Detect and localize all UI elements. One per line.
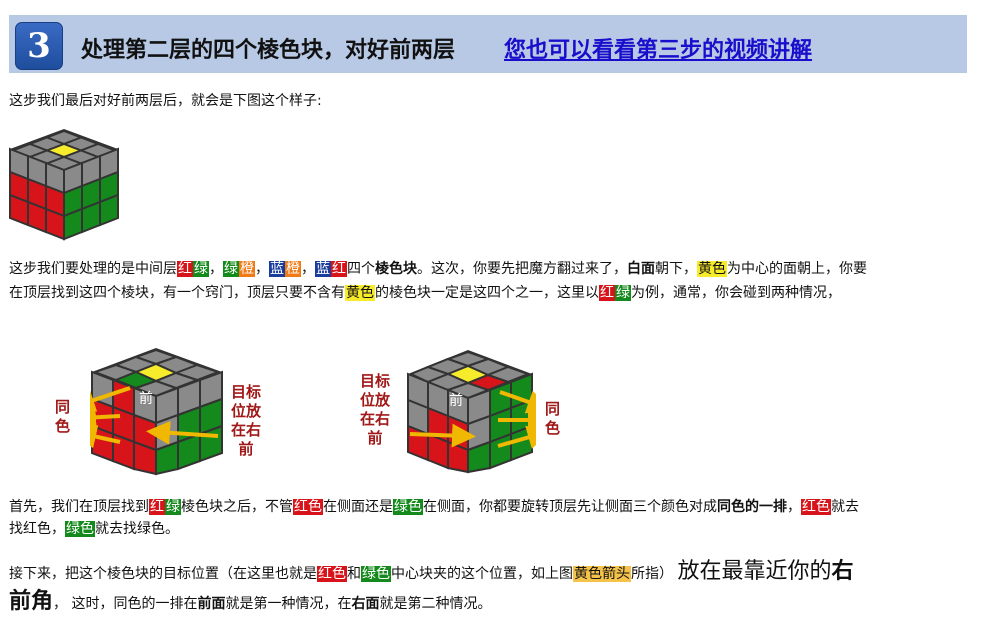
front-label-right: 前 xyxy=(449,393,463,409)
step-header: 3 处理第二层的四个棱色块，对好前两层 您也可以看看第三步的视频讲解 xyxy=(9,15,967,73)
para2-line1: 首先，我们在顶层找到红 绿棱色块之后，不管红色在侧面还是绿色在侧面，你都要旋转顶层… xyxy=(9,499,859,515)
para1-line2: 在顶层找到这四个棱块，有一个窍门，顶层只要不含有黄色的棱色块一定是这四个之一，这… xyxy=(9,285,841,301)
tag-yellow: 黄色 xyxy=(697,261,727,277)
same-color-label-left: 同色 xyxy=(55,398,71,435)
case2-cube-image xyxy=(407,350,536,474)
step-number-badge: 3 xyxy=(15,22,63,70)
intro-text: 这步我们最后对好前两层后，就会是下图这个样子: xyxy=(9,93,322,109)
tag-blue: 蓝 xyxy=(269,261,285,277)
tag-orange: 橙 xyxy=(239,261,255,277)
tag-green: 绿 xyxy=(193,261,209,277)
para2-line2: 找红色，绿色就去找绿色。 xyxy=(9,521,179,537)
target-label-left: 目标 位放 在右前 xyxy=(231,383,262,458)
video-link[interactable]: 您也可以看看第三步的视频讲解 xyxy=(504,32,812,64)
para1-line1: 这步我们要处理的是中间层红 绿，绿 橙，蓝 橙，蓝 红四个棱色块。这次，你要先把魔方翻过… xyxy=(9,261,867,277)
solved-f2l-cube-image xyxy=(9,129,119,241)
front-label-left: 前 xyxy=(139,391,153,407)
tag-red: 红 xyxy=(177,261,193,277)
same-color-label-right: 同色 xyxy=(545,400,561,437)
case1-cube-image xyxy=(90,348,223,476)
para3-line1: 接下来，把这个棱色块的目标位置（在这里也就是红色和绿色中心块夹的这个位置，如上图… xyxy=(9,559,854,584)
target-label-right: 目标 位放 在右前 xyxy=(360,372,391,447)
page-title: 处理第二层的四个棱色块，对好前两层 xyxy=(81,38,456,63)
para3-line2: 前角， 这时，同色的一排在前面就是第一种情况，在右面就是第二种情况。 xyxy=(9,589,492,614)
